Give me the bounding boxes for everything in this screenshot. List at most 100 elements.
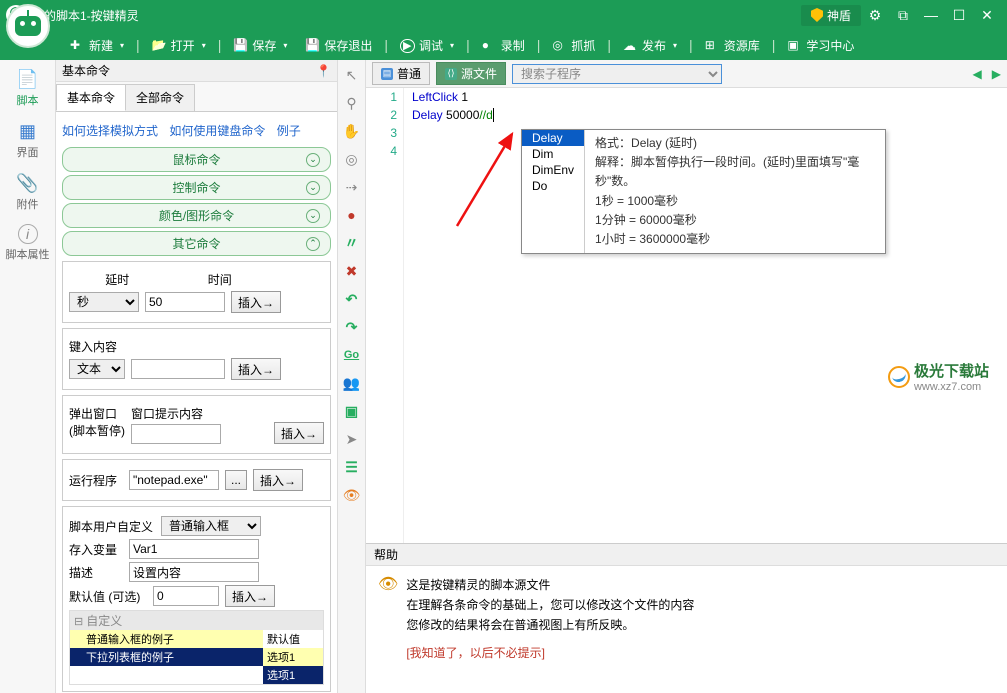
tab-all[interactable]: 全部命令 bbox=[125, 84, 195, 111]
app-robot-icon bbox=[6, 4, 50, 48]
ui-icon: ▦ bbox=[16, 120, 40, 142]
acc-control[interactable]: 控制命令⌄ bbox=[62, 175, 331, 200]
link-sim-method[interactable]: 如何选择模拟方式 bbox=[62, 124, 158, 138]
code-editor[interactable]: 1 2 3 4 LeftClick 1 Delay 50000//d Delay… bbox=[366, 88, 1007, 543]
run-browse-button[interactable]: ... bbox=[225, 470, 247, 490]
view-source-tab[interactable]: ⟨⟩源文件 bbox=[436, 62, 506, 85]
normal-view-icon: ▤ bbox=[381, 68, 393, 80]
tree-row[interactable]: 普通输入框的例子 默认值 bbox=[70, 630, 323, 648]
tool-cancel-icon[interactable]: ✖ bbox=[342, 262, 362, 280]
delay-value-input[interactable] bbox=[145, 292, 225, 312]
link-example[interactable]: 例子 bbox=[277, 124, 301, 138]
tool-move-icon[interactable]: ⇢ bbox=[342, 178, 362, 196]
titlebar: 我的脚本1-按键精灵 神盾 ⚙ ⧉ — ☐ ✕ bbox=[0, 0, 1007, 30]
tool-wait-icon[interactable]: 〃 bbox=[342, 234, 362, 252]
minimize-button[interactable]: — bbox=[917, 5, 945, 25]
view-normal-tab[interactable]: ▤普通 bbox=[372, 62, 430, 85]
delay-unit-select[interactable]: 秒 bbox=[69, 292, 139, 312]
acc-mouse[interactable]: 鼠标命令⌄ bbox=[62, 147, 331, 172]
tool-eye-icon[interactable]: 👁 bbox=[342, 486, 362, 504]
sidebar-props[interactable]: i 脚本属性 bbox=[4, 224, 52, 262]
tool-arrow-icon[interactable]: ➤ bbox=[342, 430, 362, 448]
menu-debug[interactable]: 调试▾ bbox=[392, 34, 462, 57]
watermark: 极光下载站 www.xz7.com bbox=[882, 358, 995, 395]
tool-cursor-icon[interactable]: ↖ bbox=[342, 66, 362, 84]
delay-insert-button[interactable]: 插入→ bbox=[231, 291, 281, 313]
tool-group-icon[interactable]: 👥 bbox=[342, 374, 362, 392]
menu-open[interactable]: 打开▾ bbox=[144, 34, 214, 57]
tool-redo-icon[interactable]: ↷ bbox=[342, 318, 362, 336]
input-type-select[interactable]: 文本 bbox=[69, 359, 125, 379]
custom-def-label: 默认值 (可选) bbox=[69, 588, 147, 605]
pin-icon[interactable]: 📍 bbox=[316, 64, 331, 78]
tool-go-icon[interactable]: Go bbox=[342, 346, 362, 364]
sidebar-script[interactable]: 📄 脚本 bbox=[4, 68, 52, 108]
search-subroutine-combo[interactable]: 搜索子程序 bbox=[512, 64, 722, 84]
link-kbd-cmd[interactable]: 如何使用键盘命令 bbox=[169, 124, 265, 138]
help-links: 如何选择模拟方式 如何使用键盘命令 例子 bbox=[62, 122, 331, 139]
tab-basic[interactable]: 基本命令 bbox=[56, 84, 126, 111]
tree-header: ⊟ 自定义 bbox=[70, 611, 323, 630]
custom-tree: ⊟ 自定义 普通输入框的例子 默认值 下拉列表框的例子 选项1 选项1 bbox=[69, 610, 324, 685]
chevron-down-icon: ⌄ bbox=[306, 153, 320, 167]
popup-insert-button[interactable]: 插入→ bbox=[274, 422, 324, 444]
tool-undo-icon[interactable]: ↶ bbox=[342, 290, 362, 308]
custom-type-select[interactable]: 普通输入框 bbox=[161, 516, 261, 536]
maximize-button[interactable]: ☐ bbox=[945, 5, 973, 25]
menu-publish[interactable]: 发布▾ bbox=[615, 34, 685, 57]
custom-insert-button[interactable]: 插入→ bbox=[225, 585, 275, 607]
run-value-input[interactable] bbox=[129, 470, 219, 490]
input-value-input[interactable] bbox=[131, 359, 225, 379]
tool-find-icon[interactable]: ⚲ bbox=[342, 94, 362, 112]
menu-save[interactable]: 保存▾ bbox=[225, 34, 295, 57]
menu-new[interactable]: 新建▾ bbox=[62, 34, 132, 57]
sidebar-ui[interactable]: ▦ 界面 bbox=[4, 120, 52, 160]
tool-box-icon[interactable]: ▣ bbox=[342, 402, 362, 420]
left-sidebar: 📄 脚本 ▦ 界面 📎 附件 i 脚本属性 bbox=[0, 60, 56, 693]
tool-list-icon[interactable]: ☰ bbox=[342, 458, 362, 476]
settings-button[interactable]: ⚙ bbox=[861, 5, 889, 25]
ac-item-dimenv[interactable]: DimEnv bbox=[522, 162, 584, 178]
tree-row[interactable]: 选项1 bbox=[70, 666, 323, 684]
popup-value-input[interactable] bbox=[131, 424, 221, 444]
grab-icon bbox=[552, 38, 566, 52]
nav-next-button[interactable]: ▶ bbox=[992, 67, 1001, 81]
custom-def-input[interactable] bbox=[153, 586, 219, 606]
section-custom: 脚本用户自定义 普通输入框 存入变量 描述 默认值 (可选) 插入→ bbox=[62, 506, 331, 692]
custom-label: 脚本用户自定义 bbox=[69, 518, 155, 535]
section-delay: 延时 时间 秒 插入→ bbox=[62, 261, 331, 323]
ac-item-dim[interactable]: Dim bbox=[522, 146, 584, 162]
menu-grab[interactable]: 抓抓 bbox=[544, 34, 603, 57]
eye-icon: 👁 bbox=[378, 574, 398, 664]
sidebar-attach[interactable]: 📎 附件 bbox=[4, 172, 52, 212]
menu-resource[interactable]: 资源库 bbox=[697, 34, 768, 57]
tree-row[interactable]: 下拉列表框的例子 选项1 bbox=[70, 648, 323, 666]
ac-item-delay[interactable]: Delay bbox=[522, 130, 584, 146]
autocomplete-list: Delay Dim DimEnv Do bbox=[522, 130, 585, 253]
chevron-up-icon: ⌃ bbox=[306, 237, 320, 251]
custom-desc-label: 描述 bbox=[69, 564, 123, 581]
menu-record[interactable]: 录制 bbox=[474, 34, 533, 57]
help-dismiss-link[interactable]: [我知道了，以后不必提示] bbox=[406, 646, 545, 660]
nav-prev-button[interactable]: ◀ bbox=[973, 67, 982, 81]
custom-var-input[interactable] bbox=[129, 539, 259, 559]
acc-color[interactable]: 颜色/图形命令⌄ bbox=[62, 203, 331, 228]
shield-button[interactable]: 神盾 bbox=[801, 5, 861, 26]
tool-record-icon[interactable]: ● bbox=[342, 206, 362, 224]
help-text: 这是按键精灵的脚本源文件 在理解各条命令的基础上，您可以修改这个文件的内容 您修… bbox=[406, 574, 694, 664]
restore-button[interactable]: ⧉ bbox=[889, 5, 917, 25]
ac-item-do[interactable]: Do bbox=[522, 178, 584, 194]
menu-save-quit[interactable]: 保存退出 bbox=[297, 34, 380, 57]
acc-other[interactable]: 其它命令⌃ bbox=[62, 231, 331, 256]
custom-desc-input[interactable] bbox=[129, 562, 259, 582]
editor-toolbar: ▤普通 ⟨⟩源文件 搜索子程序 ◀ ▶ bbox=[366, 60, 1007, 88]
tool-hand-icon[interactable]: ✋ bbox=[342, 122, 362, 140]
run-insert-button[interactable]: 插入→ bbox=[253, 469, 303, 491]
menu-learn[interactable]: 学习中心 bbox=[779, 34, 862, 57]
command-body: 如何选择模拟方式 如何使用键盘命令 例子 鼠标命令⌄ 控制命令⌄ 颜色/图形命令… bbox=[56, 112, 337, 693]
close-button[interactable]: ✕ bbox=[973, 5, 1001, 25]
input-insert-button[interactable]: 插入→ bbox=[231, 358, 281, 380]
time-label: 时间 bbox=[172, 271, 269, 288]
tool-target-icon[interactable]: ◎ bbox=[342, 150, 362, 168]
autocomplete-help: 格式：Delay (延时) 解释：脚本暂停执行一段时间。(延时)里面填写"毫秒"… bbox=[585, 130, 885, 253]
